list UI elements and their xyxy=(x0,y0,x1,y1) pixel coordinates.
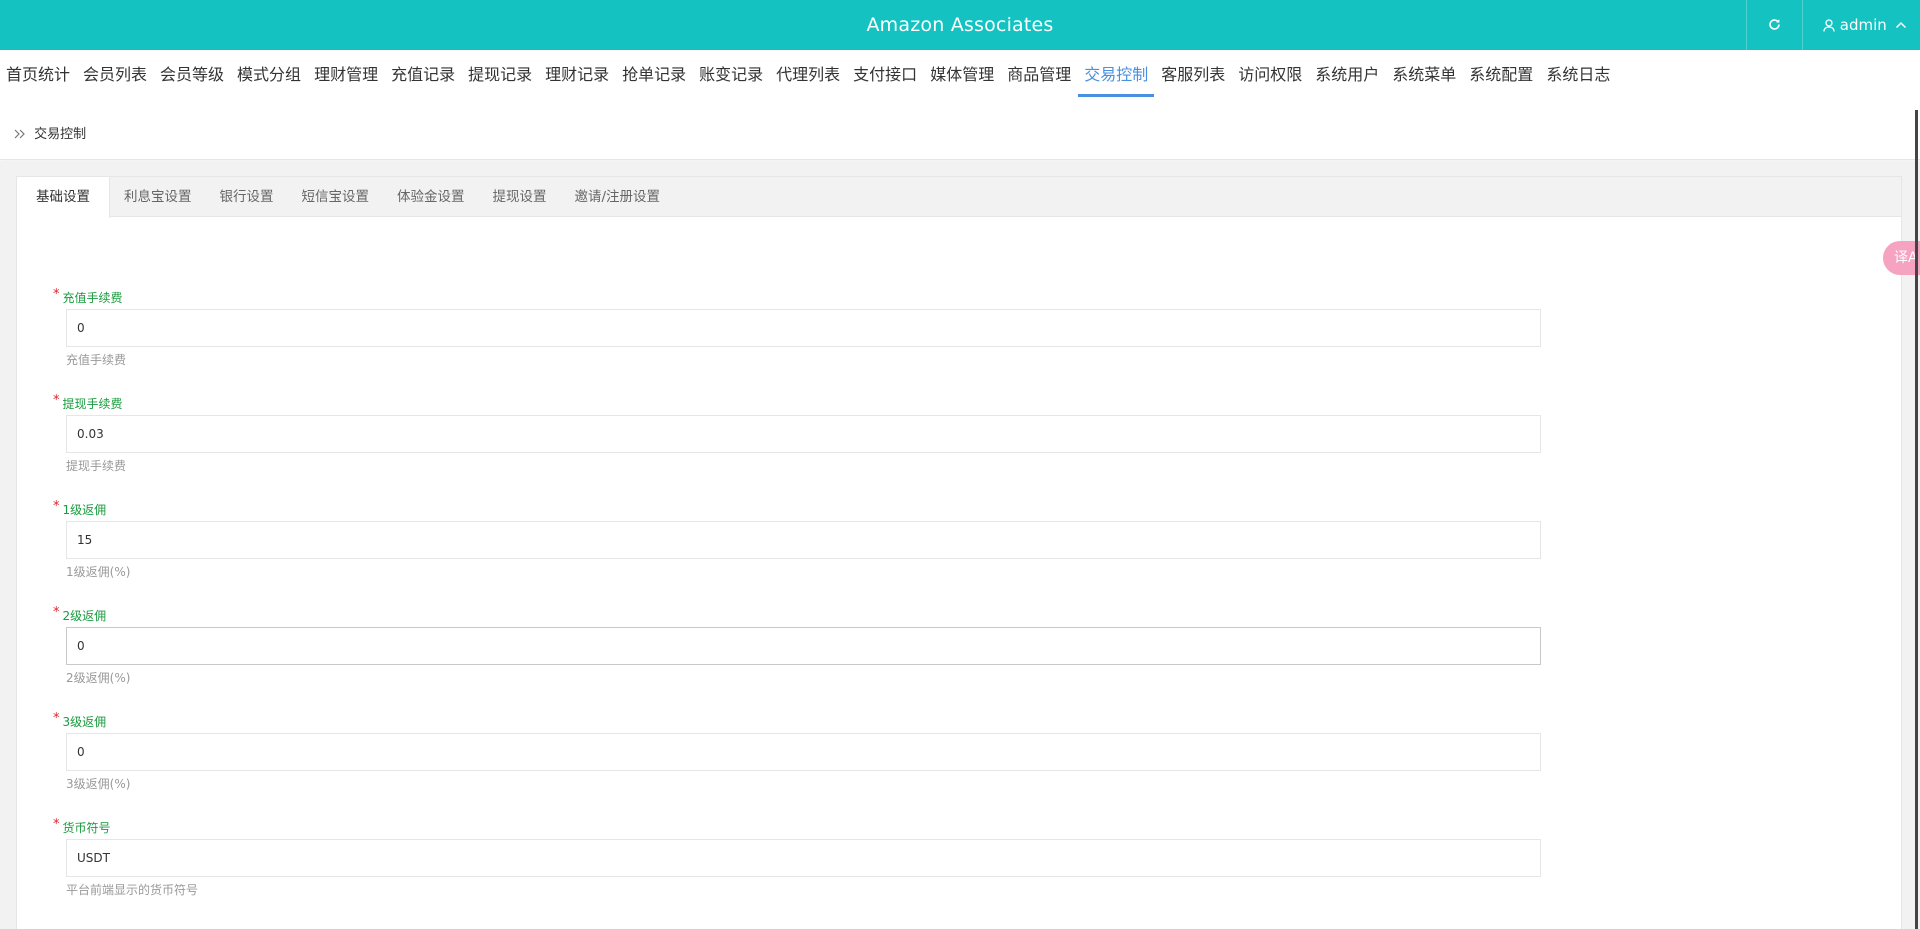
nav-item-account-changes[interactable]: 账变记录 xyxy=(693,50,769,97)
main-nav: 首页统计 会员列表 会员等级 模式分组 理财管理 充值记录 提现记录 理财记录 抢单记录 账变记录… xyxy=(0,50,1920,100)
field-label: 3级返佣 xyxy=(62,715,107,729)
field-help: 3级返佣(%) xyxy=(66,777,131,791)
field-label: 货币符号 xyxy=(62,821,111,835)
field-help: 充值手续费 xyxy=(66,353,127,367)
required-mark: * xyxy=(53,711,60,726)
form-field-level2-commission: * 2级返佣 0 2级返佣(%) xyxy=(53,605,1553,686)
refresh-button[interactable] xyxy=(1746,0,1802,50)
breadcrumb: 交易控制 xyxy=(0,100,1920,160)
nav-item-system-config[interactable]: 系统配置 xyxy=(1463,50,1539,97)
nav-item-withdraw-records[interactable]: 提现记录 xyxy=(462,50,538,97)
tab-trial-fund[interactable]: 体验金设置 xyxy=(383,177,479,217)
user-icon xyxy=(1823,16,1840,34)
tab-bank[interactable]: 银行设置 xyxy=(206,177,288,217)
form-field-level1-commission: * 1级返佣 15 1级返佣(%) xyxy=(53,499,1553,580)
nav-item-mode-groups[interactable]: 模式分组 xyxy=(231,50,307,97)
tab-interest[interactable]: 利息宝设置 xyxy=(110,177,206,217)
nav-item-finance[interactable]: 理财管理 xyxy=(308,50,384,97)
nav-item-grab-records[interactable]: 抢单记录 xyxy=(616,50,692,97)
field-help: 平台前端显示的货币符号 xyxy=(66,883,199,897)
double-chevron-right-icon xyxy=(14,127,30,142)
nav-item-agents[interactable]: 代理列表 xyxy=(770,50,846,97)
field-label: 2级返佣 xyxy=(62,609,107,623)
field-label: 1级返佣 xyxy=(62,503,107,517)
tab-invite-register[interactable]: 邀请/注册设置 xyxy=(561,177,675,217)
form-field-recharge-fee: * 充值手续费 0 充值手续费 xyxy=(53,287,1553,368)
tab-sms[interactable]: 短信宝设置 xyxy=(288,177,384,217)
field-help: 1级返佣(%) xyxy=(66,565,131,579)
breadcrumb-label: 交易控制 xyxy=(34,127,87,142)
form-field-level3-commission: * 3级返佣 0 3级返佣(%) xyxy=(53,711,1553,792)
nav-item-access[interactable]: 访问权限 xyxy=(1232,50,1308,97)
top-header: Amazon Associates admin xyxy=(0,0,1920,50)
refresh-icon xyxy=(1768,16,1781,34)
settings-panel: 基础设置 利息宝设置 银行设置 短信宝设置 体验金设置 提现设置 邀请/注册设置 * 充值手续… xyxy=(16,176,1902,929)
field-help: 提现手续费 xyxy=(66,459,127,473)
user-menu[interactable]: admin xyxy=(1802,0,1920,50)
nav-item-system-logs[interactable]: 系统日志 xyxy=(1540,50,1616,97)
required-mark: * xyxy=(53,499,60,514)
app-title: Amazon Associates xyxy=(866,14,1054,36)
nav-item-members[interactable]: 会员列表 xyxy=(77,50,153,97)
withdraw-fee-input[interactable]: 0.03 xyxy=(66,415,1541,453)
currency-symbol-input[interactable]: USDT xyxy=(66,839,1541,877)
field-help: 2级返佣(%) xyxy=(66,671,131,685)
nav-item-system-users[interactable]: 系统用户 xyxy=(1309,50,1385,97)
chevron-up-icon xyxy=(1892,16,1907,34)
nav-item-finance-records[interactable]: 理财记录 xyxy=(539,50,615,97)
recharge-fee-input[interactable]: 0 xyxy=(66,309,1541,347)
nav-item-media[interactable]: 媒体管理 xyxy=(924,50,1000,97)
nav-item-system-menu[interactable]: 系统菜单 xyxy=(1386,50,1462,97)
tab-basic[interactable]: 基础设置 xyxy=(17,177,110,218)
level2-commission-input[interactable]: 0 xyxy=(66,627,1541,665)
required-mark: * xyxy=(53,817,60,832)
username: admin xyxy=(1839,16,1887,34)
nav-item-recharge-records[interactable]: 充值记录 xyxy=(385,50,461,97)
form-field-withdraw-fee: * 提现手续费 0.03 提现手续费 xyxy=(53,393,1553,474)
page-scrollbar[interactable] xyxy=(1915,110,1918,929)
level1-commission-input[interactable]: 15 xyxy=(66,521,1541,559)
level3-commission-input[interactable]: 0 xyxy=(66,733,1541,771)
required-mark: * xyxy=(53,287,60,302)
nav-item-dashboard[interactable]: 首页统计 xyxy=(0,50,76,97)
field-label: 充值手续费 xyxy=(62,291,123,305)
settings-tabs: 基础设置 利息宝设置 银行设置 短信宝设置 体验金设置 提现设置 邀请/注册设置 xyxy=(17,177,1901,218)
nav-item-trade-control[interactable]: 交易控制 xyxy=(1078,50,1155,97)
form-field-currency-symbol: * 货币符号 USDT 平台前端显示的货币符号 xyxy=(53,817,1553,898)
required-mark: * xyxy=(53,393,60,408)
nav-item-support[interactable]: 客服列表 xyxy=(1155,50,1231,97)
nav-item-member-levels[interactable]: 会员等级 xyxy=(154,50,230,97)
required-mark: * xyxy=(53,605,60,620)
nav-item-products[interactable]: 商品管理 xyxy=(1001,50,1077,97)
nav-item-payment-api[interactable]: 支付接口 xyxy=(847,50,923,97)
tab-withdraw[interactable]: 提现设置 xyxy=(479,177,561,217)
field-label: 提现手续费 xyxy=(62,397,123,411)
